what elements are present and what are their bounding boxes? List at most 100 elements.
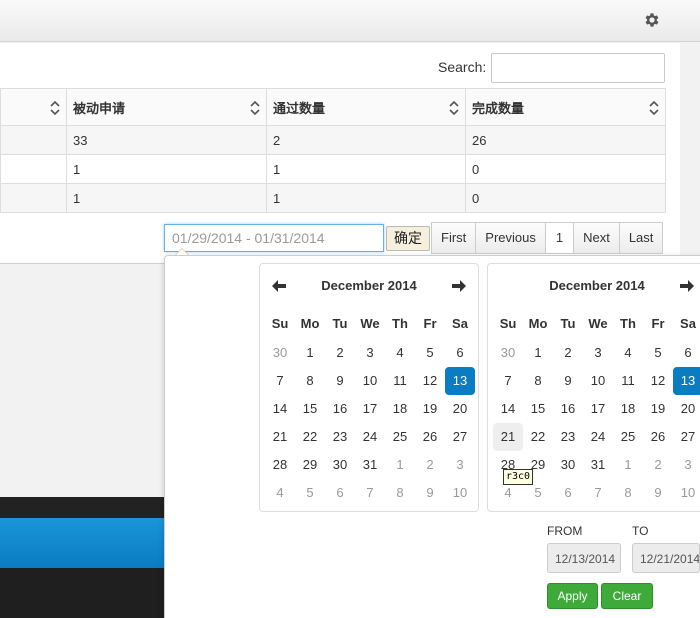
calendar-day[interactable]: 6 <box>673 339 700 367</box>
calendar-day[interactable]: 24 <box>355 423 385 451</box>
calendar-day[interactable]: 20 <box>673 395 700 423</box>
calendar-day[interactable]: 3 <box>673 451 700 479</box>
calendar-day[interactable]: 2 <box>325 339 355 367</box>
calendar-day[interactable]: 26 <box>643 423 673 451</box>
calendar-day[interactable]: 18 <box>613 395 643 423</box>
calendar-day[interactable]: 5 <box>643 339 673 367</box>
calendar-day[interactable]: 10 <box>355 367 385 395</box>
calendar-day[interactable]: 10 <box>445 479 475 507</box>
calendar-day[interactable]: 4 <box>385 339 415 367</box>
calendar-day[interactable]: 7 <box>265 367 295 395</box>
calendar-day[interactable]: 13 <box>445 367 475 395</box>
calendar-day[interactable]: 25 <box>385 423 415 451</box>
calendar-day[interactable]: 22 <box>295 423 325 451</box>
calendar-day[interactable]: 30 <box>553 451 583 479</box>
first-page-button[interactable]: First <box>431 222 477 254</box>
calendar-day[interactable]: 27 <box>445 423 475 451</box>
calendar-day[interactable]: 1 <box>385 451 415 479</box>
calendar-day[interactable]: 25 <box>613 423 643 451</box>
calendar-day[interactable]: 1 <box>295 339 325 367</box>
calendar-day[interactable]: 20 <box>445 395 475 423</box>
calendar-day[interactable]: 21 <box>265 423 295 451</box>
calendar-day[interactable]: 19 <box>643 395 673 423</box>
calendar-day[interactable]: 26 <box>415 423 445 451</box>
calendar-day[interactable]: 29 <box>295 451 325 479</box>
calendar-day[interactable]: 31 <box>355 451 385 479</box>
calendar-day[interactable]: 6 <box>553 479 583 507</box>
calendar-day[interactable]: 8 <box>523 367 553 395</box>
calendar-day[interactable]: 11 <box>385 367 415 395</box>
sort-icon[interactable] <box>50 101 60 115</box>
calendar-day[interactable]: 12 <box>643 367 673 395</box>
page-number-button[interactable]: 1 <box>544 222 575 254</box>
calendar-day[interactable]: 15 <box>523 395 553 423</box>
calendar-day[interactable]: 24 <box>583 423 613 451</box>
calendar-day[interactable]: 7 <box>583 479 613 507</box>
calendar-day[interactable]: 30 <box>493 339 523 367</box>
column-header[interactable]: 通过数量 <box>266 88 466 126</box>
calendar-day[interactable]: 14 <box>493 395 523 423</box>
calendar-day[interactable]: 13 <box>673 367 700 395</box>
previous-page-button[interactable]: Previous <box>475 222 546 254</box>
date-range-input[interactable]: 01/29/2014 - 01/31/2014 <box>164 224 384 252</box>
calendar-day[interactable]: 4 <box>265 479 295 507</box>
calendar-day[interactable]: 19 <box>415 395 445 423</box>
calendar-day[interactable]: 9 <box>643 479 673 507</box>
calendar-day[interactable]: 3 <box>583 339 613 367</box>
column-header[interactable]: 被动申请 <box>66 88 267 126</box>
calendar-day[interactable]: 14 <box>265 395 295 423</box>
calendar-day[interactable]: 7 <box>355 479 385 507</box>
calendar-day[interactable]: 1 <box>613 451 643 479</box>
apply-button[interactable]: Apply <box>547 583 598 609</box>
calendar-day[interactable]: 15 <box>295 395 325 423</box>
gear-icon[interactable] <box>643 11 661 29</box>
sort-icon[interactable] <box>449 101 459 115</box>
calendar-day[interactable]: 1 <box>523 339 553 367</box>
calendar-day[interactable]: 27 <box>673 423 700 451</box>
from-date-input[interactable]: 12/13/2014 <box>547 543 621 573</box>
column-header[interactable] <box>0 88 67 126</box>
calendar-day[interactable]: 23 <box>553 423 583 451</box>
calendar-day[interactable]: 3 <box>355 339 385 367</box>
calendar-day[interactable]: 6 <box>325 479 355 507</box>
calendar-day[interactable]: 28 <box>265 451 295 479</box>
calendar-day[interactable]: 5 <box>295 479 325 507</box>
calendar-day[interactable]: 9 <box>415 479 445 507</box>
next-page-button[interactable]: Next <box>573 222 620 254</box>
search-input[interactable] <box>491 53 665 83</box>
calendar-day[interactable]: 8 <box>613 479 643 507</box>
calendar-day[interactable]: 9 <box>553 367 583 395</box>
calendar-day[interactable]: 21 <box>493 423 523 451</box>
calendar-day[interactable]: 16 <box>553 395 583 423</box>
calendar-day[interactable]: 2 <box>553 339 583 367</box>
calendar-day[interactable]: 23 <box>325 423 355 451</box>
arrow-right-icon[interactable] <box>452 280 466 292</box>
calendar-day[interactable]: 6 <box>445 339 475 367</box>
calendar-day[interactable]: 18 <box>385 395 415 423</box>
calendar-day[interactable]: 11 <box>613 367 643 395</box>
arrow-right-icon[interactable] <box>680 280 694 292</box>
calendar-day[interactable]: 3 <box>445 451 475 479</box>
calendar-day[interactable]: 31 <box>583 451 613 479</box>
to-date-input[interactable]: 12/21/2014 <box>632 543 700 573</box>
calendar-day[interactable]: 12 <box>415 367 445 395</box>
calendar-day[interactable]: 22 <box>523 423 553 451</box>
calendar-day[interactable]: 8 <box>295 367 325 395</box>
calendar-day[interactable]: 17 <box>355 395 385 423</box>
calendar-day[interactable]: 16 <box>325 395 355 423</box>
calendar-day[interactable]: 7 <box>493 367 523 395</box>
calendar-day[interactable]: 2 <box>415 451 445 479</box>
calendar-day[interactable]: 5 <box>415 339 445 367</box>
column-header[interactable]: 完成数量 <box>465 88 666 126</box>
clear-button[interactable]: Clear <box>601 583 653 609</box>
calendar-day[interactable]: 10 <box>673 479 700 507</box>
calendar-day[interactable]: 2 <box>643 451 673 479</box>
calendar-day[interactable]: 30 <box>265 339 295 367</box>
calendar-day[interactable]: 10 <box>583 367 613 395</box>
calendar-day[interactable]: 17 <box>583 395 613 423</box>
calendar-day[interactable]: 8 <box>385 479 415 507</box>
calendar-day[interactable]: 9 <box>325 367 355 395</box>
sort-icon[interactable] <box>250 101 260 115</box>
sort-icon[interactable] <box>649 101 659 115</box>
calendar-day[interactable]: 4 <box>613 339 643 367</box>
